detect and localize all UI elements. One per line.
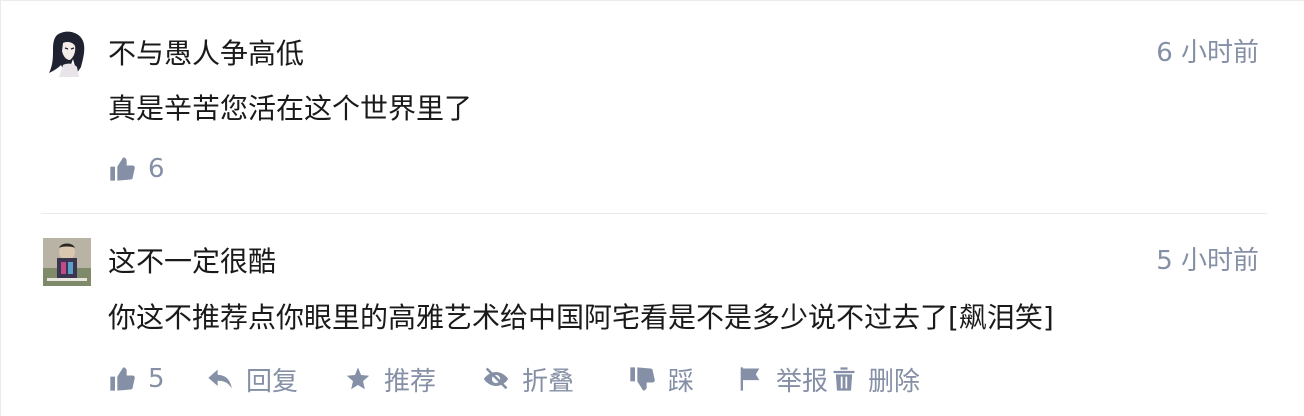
dislike-label: 踩 (668, 366, 695, 397)
like-count: 6 (148, 154, 165, 184)
thumb-down-icon (630, 367, 655, 391)
comment-item: 这不一定很酷 5 小时前 你这不推荐点你眼里的高雅艺术给中国阿宅看是不是多少说不… (41, 213, 1267, 416)
comment-list: 不与愚人争高低 6 小时前 真是辛苦您活在这个世界里了 6 这不一定很酷 5 小… (0, 0, 1304, 416)
comment-time: 5 小时前 (1156, 246, 1259, 276)
delete-label: 删除 (868, 366, 921, 397)
report-label: 举报 (776, 366, 829, 397)
comment-author[interactable]: 这不一定很酷 (108, 244, 276, 280)
comment-actions: 5 回复 推荐 折叠 踩 举报 删除 (108, 359, 920, 399)
avatar[interactable] (43, 238, 91, 286)
reply-icon (208, 369, 232, 389)
like-button[interactable]: 5 (108, 364, 206, 394)
dislike-button[interactable]: 踩 (628, 361, 736, 398)
comment-item: 不与愚人争高低 6 小时前 真是辛苦您活在这个世界里了 6 (41, 23, 1267, 213)
like-count: 5 (148, 364, 165, 394)
like-button[interactable]: 6 (108, 154, 206, 184)
reply-button[interactable]: 回复 (206, 361, 344, 398)
report-button[interactable]: 举报 (736, 361, 830, 398)
thumb-up-icon (110, 367, 135, 391)
fold-label: 折叠 (522, 366, 575, 397)
delete-button[interactable]: 删除 (830, 361, 920, 398)
thumb-up-icon (110, 157, 135, 181)
comment-content: 真是辛苦您活在这个世界里了 (108, 92, 473, 125)
comment-time: 6 小时前 (1156, 38, 1259, 68)
avatar[interactable] (43, 29, 91, 77)
reply-label: 回复 (246, 366, 299, 397)
eye-off-icon (483, 367, 509, 390)
trash-icon (833, 367, 855, 391)
recommend-label: 推荐 (384, 366, 437, 397)
comment-author[interactable]: 不与愚人争高低 (108, 36, 304, 72)
recommend-button[interactable]: 推荐 (344, 361, 482, 398)
anime-girl-avatar-icon (43, 29, 91, 77)
photo-avatar-icon (43, 238, 91, 286)
comment-actions: 6 (108, 149, 206, 189)
flag-icon (740, 367, 760, 391)
star-icon (346, 367, 370, 390)
fold-button[interactable]: 折叠 (482, 361, 628, 398)
comment-content: 你这不推荐点你眼里的高雅艺术给中国阿宅看是不是多少说不过去了[飙泪笑] (108, 301, 1054, 334)
